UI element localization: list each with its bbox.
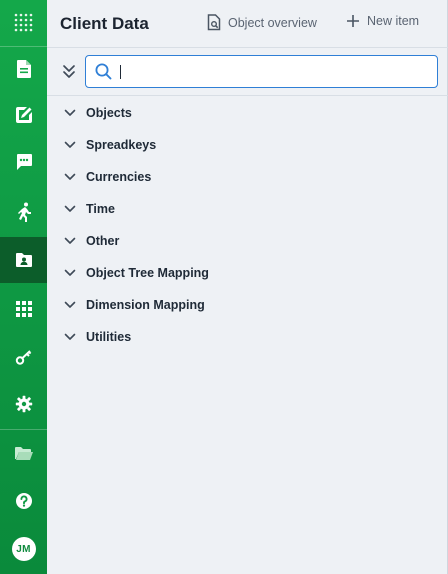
chevron-down-icon [63,298,77,312]
tree-item-label: Dimension Mapping [86,298,205,312]
tree-item[interactable]: Other [47,225,448,257]
rail-divider [0,429,47,430]
sidebar-item-settings[interactable] [0,381,47,427]
apps-grid-icon [15,301,32,317]
tree-item[interactable]: Currencies [47,161,448,193]
panel-header: Client Data Object overview New item [47,0,448,48]
object-overview-label: Object overview [228,15,317,30]
tree-item-label: Utilities [86,330,132,344]
tree-item[interactable]: Spreadkeys [47,129,448,161]
gear-icon [15,395,32,413]
chevron-down-icon [63,170,77,184]
document-icon [16,60,31,78]
key-icon [15,350,31,365]
folder-open-icon [14,447,33,460]
chevron-down-icon [63,138,77,152]
help-icon [15,493,32,509]
sidebar-item-keys[interactable] [0,334,47,380]
page-title: Client Data [60,14,149,33]
edit-note-icon [15,107,32,123]
sidebar-item-client-data[interactable] [0,237,47,283]
sidebar-item-help[interactable] [0,478,47,524]
sidebar-item-apps[interactable] [0,286,47,332]
sidebar-item-documents[interactable] [0,46,47,92]
tree-item-label: Spreadkeys [86,138,157,152]
category-tree: Objects Spreadkeys Currencies Time Other Obje… [47,97,448,353]
chevron-down-icon [63,234,77,248]
sidebar-item-messages[interactable] [0,139,47,185]
chevron-down-icon [63,106,77,120]
tree-item[interactable]: Objects [47,97,448,129]
client-data-panel: Client Data Object overview New item Obj… [47,0,448,574]
object-overview-button[interactable]: Object overview [207,14,317,31]
double-chevron-down-icon [63,65,75,78]
tree-item[interactable]: Dimension Mapping [47,289,448,321]
avatar: JM [11,537,36,561]
collapse-all-button[interactable] [61,63,77,81]
tree-item-label: Time [86,202,115,216]
text-caret [120,65,122,79]
sidebar-rail: JM [0,0,47,574]
contact-folder-icon [15,253,32,267]
app-launcher-button[interactable] [0,0,47,46]
tree-item[interactable]: Utilities [47,321,448,353]
tree-item-label: Other [86,234,120,248]
tree-item-label: Objects [86,106,132,120]
search-input[interactable] [118,61,418,81]
tree-item-label: Currencies [86,170,152,184]
chevron-down-icon [63,202,77,216]
user-avatar-button[interactable]: JM [0,526,47,572]
running-person-icon [17,202,31,222]
search-box[interactable] [85,55,438,88]
chevron-down-icon [63,330,77,344]
app-launcher-grid-icon [14,13,32,32]
new-item-button[interactable]: New item [346,14,419,28]
chevron-down-icon [63,266,77,280]
search-icon [95,63,112,80]
sidebar-item-edit[interactable] [0,92,47,138]
tree-item[interactable]: Object Tree Mapping [47,257,448,289]
tree-item-label: Object Tree Mapping [86,266,209,280]
plus-icon [347,15,359,27]
sidebar-item-activity[interactable] [0,189,47,235]
document-search-icon [207,14,221,31]
tree-item[interactable]: Time [47,193,448,225]
sidebar-item-files[interactable] [0,431,47,477]
chat-icon [16,154,32,170]
new-item-label: New item [367,14,420,28]
search-row [47,48,448,96]
